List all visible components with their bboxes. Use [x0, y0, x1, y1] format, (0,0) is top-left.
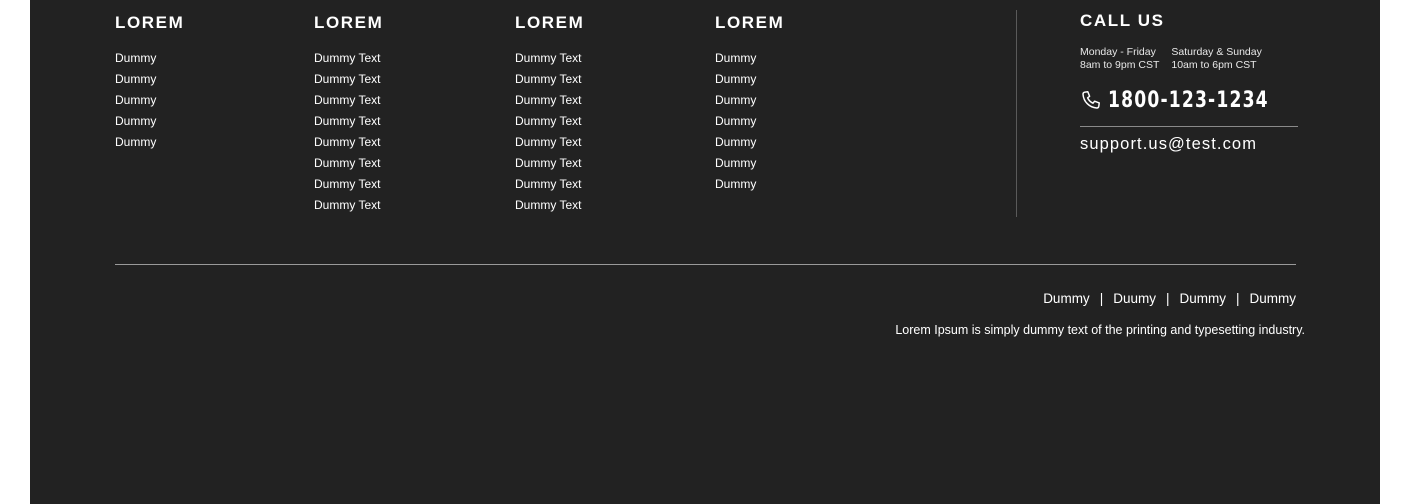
footer-link[interactable]: Dummy [115, 132, 184, 153]
bottom-link[interactable]: Dummy [1250, 291, 1297, 306]
footer-link[interactable]: Dummy Text [314, 111, 383, 132]
footer-link[interactable]: Dummy Text [515, 69, 584, 90]
phone-number[interactable]: 1800-123-1234 [1108, 88, 1269, 113]
footer-link[interactable]: Dummy Text [314, 90, 383, 111]
footer-column-3: LOREM Dummy Text Dummy Text Dummy Text D… [515, 12, 584, 216]
link-separator: | [1099, 291, 1104, 306]
footer-link[interactable]: Dummy [715, 111, 784, 132]
weekend-hours: Saturday & Sunday 10am to 6pm CST [1171, 46, 1261, 72]
footer-link[interactable]: Dummy Text [515, 195, 584, 216]
link-separator: | [1235, 291, 1240, 306]
footer-link[interactable]: Dummy Text [314, 69, 383, 90]
footer-link[interactable]: Dummy [115, 111, 184, 132]
footer-link[interactable]: Dummy Text [515, 90, 584, 111]
weekday-hours: Monday - Friday 8am to 9pm CST [1080, 46, 1159, 72]
footer-link[interactable]: Dummy [715, 90, 784, 111]
phone-icon [1080, 89, 1102, 111]
footer-link[interactable]: Dummy [115, 90, 184, 111]
column-links: Dummy Dummy Dummy Dummy Dummy Dummy Dumm… [715, 48, 784, 195]
call-us-section: CALL US Monday - Friday 8am to 9pm CST S… [1080, 10, 1298, 154]
call-us-title: CALL US [1080, 11, 1165, 30]
footer-link[interactable]: Dummy [715, 69, 784, 90]
footer-column-1: LOREM Dummy Dummy Dummy Dummy Dummy [115, 12, 184, 153]
footer-link[interactable]: Dummy [115, 69, 184, 90]
footer-link[interactable]: Dummy Text [515, 153, 584, 174]
footer-link[interactable]: Dummy Text [314, 174, 383, 195]
weekday-time: 8am to 9pm CST [1080, 59, 1160, 71]
footer-link[interactable]: Dummy [715, 48, 784, 69]
column-title: LOREM [314, 13, 384, 32]
footer-link[interactable]: Dummy Text [515, 111, 584, 132]
footer-link[interactable]: Dummy [715, 174, 784, 195]
column-title: LOREM [115, 13, 185, 32]
support-hours: Monday - Friday 8am to 9pm CST Saturday … [1080, 46, 1298, 72]
weekday-days: Monday - Friday [1080, 46, 1156, 58]
bottom-link[interactable]: Dummy [1179, 291, 1226, 306]
weekend-time: 10am to 6pm CST [1171, 59, 1257, 71]
horizontal-divider [115, 264, 1296, 265]
column-title: LOREM [515, 13, 585, 32]
bottom-links: Dummy | Duumy | Dummy | Dummy [1043, 291, 1296, 306]
footer-column-4: LOREM Dummy Dummy Dummy Dummy Dummy Dumm… [715, 12, 784, 195]
footer-link[interactable]: Dummy Text [515, 174, 584, 195]
site-footer: LOREM Dummy Dummy Dummy Dummy Dummy LORE… [30, 0, 1380, 504]
bottom-link[interactable]: Dummy [1043, 291, 1090, 306]
footer-column-2: LOREM Dummy Text Dummy Text Dummy Text D… [314, 12, 383, 216]
call-us-divider [1080, 126, 1298, 127]
support-email[interactable]: support.us@test.com [1080, 135, 1298, 154]
phone-row[interactable]: 1800-123-1234 [1080, 86, 1298, 114]
column-links: Dummy Dummy Dummy Dummy Dummy [115, 48, 184, 153]
column-title: LOREM [715, 13, 785, 32]
bottom-link[interactable]: Duumy [1113, 291, 1156, 306]
footer-link[interactable]: Dummy [115, 48, 184, 69]
footer-link[interactable]: Dummy Text [515, 48, 584, 69]
footer-tagline: Lorem Ipsum is simply dummy text of the … [895, 323, 1305, 337]
footer-link[interactable]: Dummy Text [515, 132, 584, 153]
column-links: Dummy Text Dummy Text Dummy Text Dummy T… [515, 48, 584, 216]
footer-link[interactable]: Dummy Text [314, 48, 383, 69]
footer-link[interactable]: Dummy [715, 132, 784, 153]
vertical-divider [1016, 10, 1017, 217]
footer-link[interactable]: Dummy Text [314, 132, 383, 153]
weekend-days: Saturday & Sunday [1171, 46, 1262, 58]
footer-link[interactable]: Dummy [715, 153, 784, 174]
link-separator: | [1165, 291, 1170, 306]
footer-link[interactable]: Dummy Text [314, 195, 383, 216]
footer-link[interactable]: Dummy Text [314, 153, 383, 174]
column-links: Dummy Text Dummy Text Dummy Text Dummy T… [314, 48, 383, 216]
